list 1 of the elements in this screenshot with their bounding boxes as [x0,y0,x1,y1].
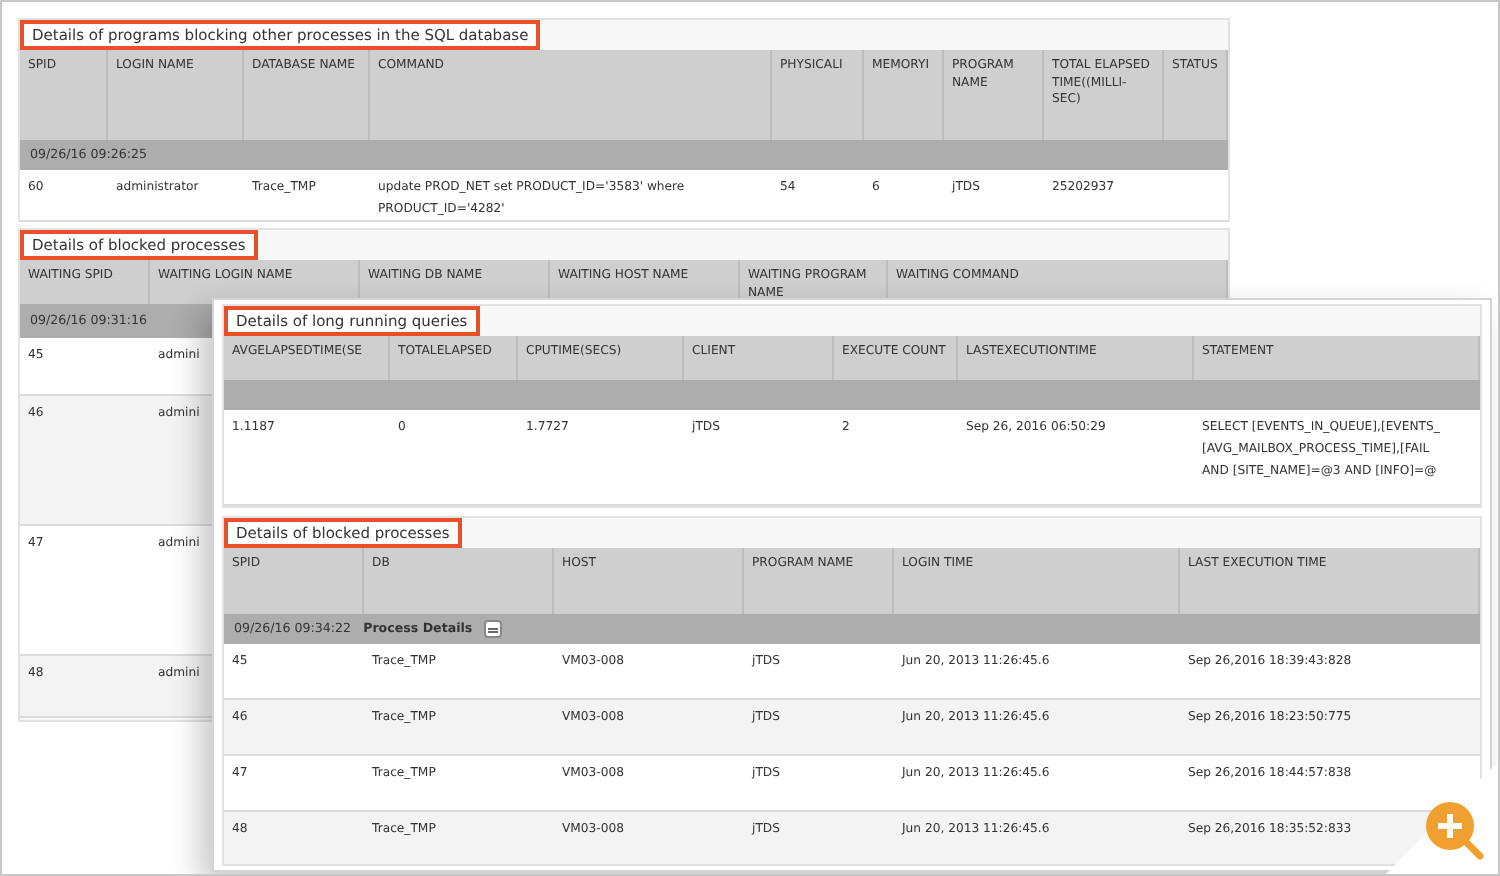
collapse-icon[interactable] [484,619,503,638]
